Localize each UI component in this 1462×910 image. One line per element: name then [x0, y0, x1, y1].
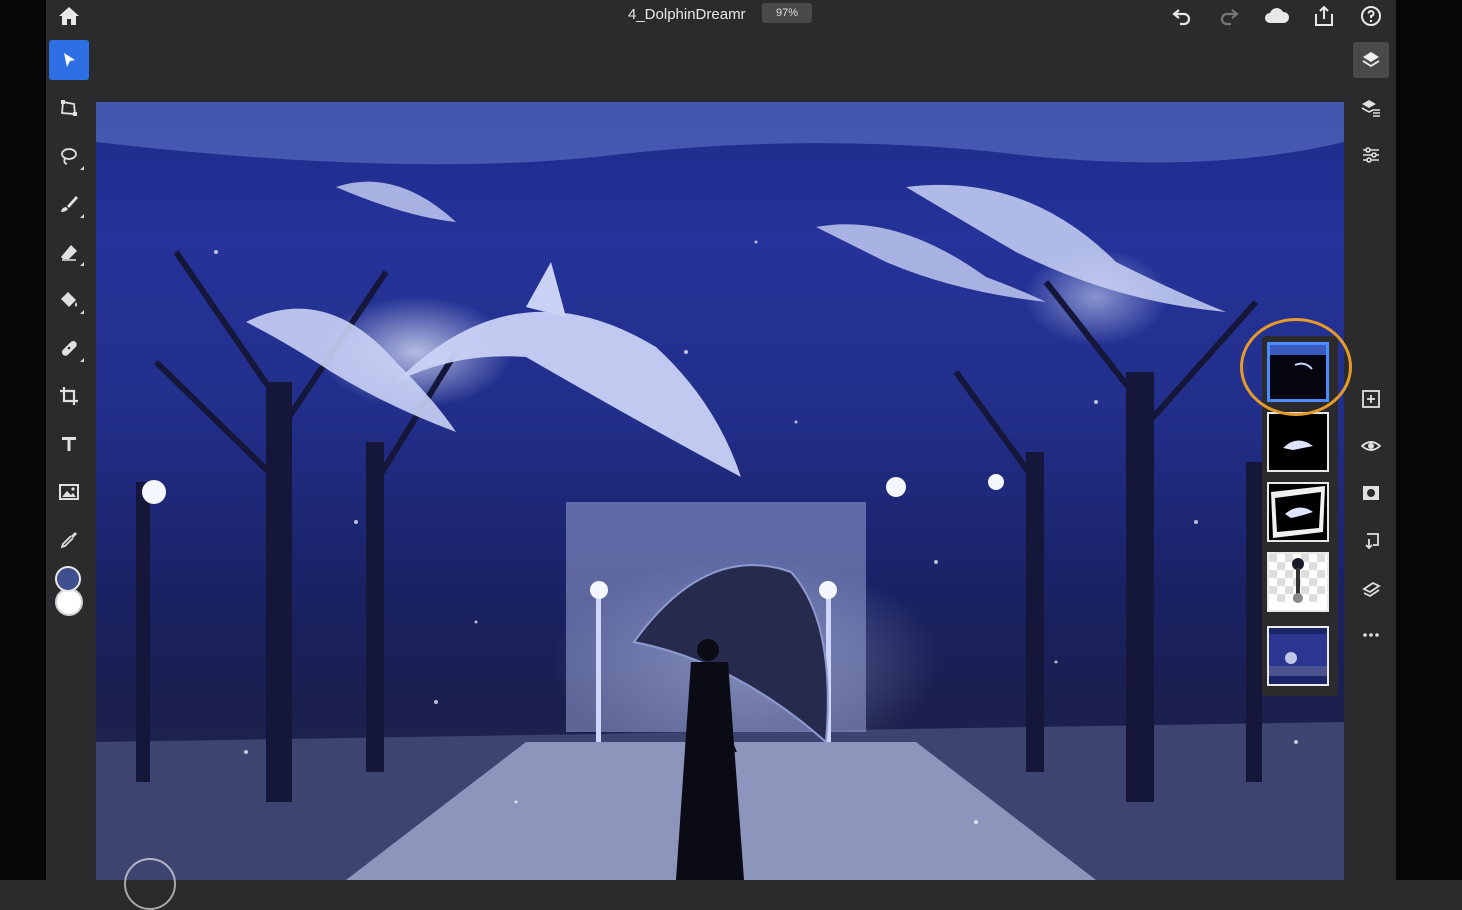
foreground-color-swatch[interactable]: [55, 566, 81, 592]
lasso-tool[interactable]: [49, 136, 89, 176]
clipping-button[interactable]: [1353, 571, 1389, 607]
fill-tool[interactable]: [49, 280, 89, 320]
top-bar: 4_DolphinDreamr 97%: [46, 0, 1396, 36]
undo-icon[interactable]: [1170, 4, 1194, 28]
paint-bucket-icon: [61, 292, 77, 307]
left-toolbar: [46, 36, 92, 880]
document-canvas[interactable]: [96, 102, 1344, 880]
share-icon[interactable]: [1312, 4, 1336, 28]
transform-icon: [61, 100, 77, 116]
touch-shortcut-dial[interactable]: [124, 858, 176, 910]
dolphins: [246, 181, 1226, 477]
crop-icon: [60, 387, 78, 405]
layer-preview: [1271, 486, 1325, 538]
zoom-level[interactable]: 97%: [762, 3, 812, 23]
cloud-icon[interactable]: [1263, 4, 1291, 28]
type-tool[interactable]: [49, 424, 89, 464]
submenu-indicator: [80, 262, 84, 266]
crop-tool[interactable]: [49, 376, 89, 416]
left-bezel: [0, 0, 46, 880]
add-layer-icon: [1362, 390, 1380, 408]
submenu-indicator: [80, 166, 84, 170]
merge-layer-button[interactable]: [1353, 523, 1389, 559]
layer-preview: [1269, 634, 1327, 676]
merge-layer-icon: [1365, 533, 1379, 550]
transform-tool[interactable]: [49, 88, 89, 128]
home-icon[interactable]: [57, 4, 81, 28]
submenu-indicator: [80, 358, 84, 362]
healing-tool[interactable]: [49, 328, 89, 368]
type-icon: [62, 437, 76, 451]
artwork: [96, 102, 1344, 880]
background-color-swatch[interactable]: [55, 588, 83, 616]
layer-thumbnail[interactable]: [1267, 552, 1329, 612]
brush-icon: [61, 196, 78, 212]
document-title[interactable]: 4_DolphinDreamr: [628, 6, 746, 23]
add-layer-button[interactable]: [1353, 381, 1389, 417]
clipping-icon: [1362, 581, 1381, 598]
layer-thumbnail[interactable]: [1267, 626, 1329, 686]
layer-properties-icon: [1361, 100, 1380, 117]
eraser-icon: [61, 245, 77, 261]
select-tool[interactable]: [49, 40, 89, 80]
redo-icon[interactable]: [1217, 4, 1241, 28]
adjustments-button[interactable]: [1353, 137, 1389, 173]
eraser-tool[interactable]: [49, 232, 89, 272]
eyedropper-tool[interactable]: [49, 520, 89, 560]
trees-right: [953, 280, 1262, 802]
brush-tool[interactable]: [49, 184, 89, 224]
layers-button[interactable]: [1353, 42, 1389, 78]
highlight-ring: [1240, 318, 1352, 416]
eyedropper-icon: [60, 532, 77, 549]
layer-preview: [1269, 554, 1325, 603]
visibility-icon: [1361, 441, 1381, 451]
image-icon: [59, 484, 79, 500]
help-icon[interactable]: [1359, 4, 1383, 28]
mask-button[interactable]: [1353, 475, 1389, 511]
layers-icon: [1362, 52, 1380, 68]
lasso-icon: [61, 148, 77, 165]
submenu-indicator: [80, 214, 84, 218]
place-image-tool[interactable]: [49, 472, 89, 512]
more-options-button[interactable]: [1353, 617, 1389, 653]
visibility-button[interactable]: [1353, 428, 1389, 464]
mask-icon: [1363, 486, 1379, 500]
layer-preview: [1283, 440, 1313, 450]
bandage-icon: [61, 340, 77, 356]
submenu-indicator: [80, 310, 84, 314]
layer-thumbnail[interactable]: [1267, 412, 1329, 472]
water-surface: [96, 102, 1344, 165]
layer-properties-button[interactable]: [1353, 90, 1389, 126]
right-bezel: [1396, 0, 1462, 880]
more-icon: [1363, 633, 1379, 637]
adjustments-icon: [1363, 147, 1379, 163]
arrow-pointer-icon: [64, 53, 75, 67]
layer-thumbnail[interactable]: [1267, 482, 1329, 542]
